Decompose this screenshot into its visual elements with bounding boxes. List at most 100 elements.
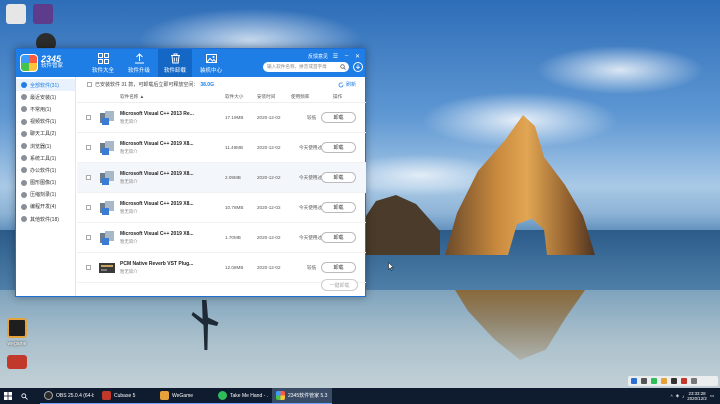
search-icon[interactable]	[340, 64, 346, 70]
taskbar-item-label: OBS 25.0.4 (64-bi...	[56, 392, 94, 399]
refresh-label: 刷新	[345, 82, 356, 88]
taskbar-search-button[interactable]	[16, 388, 32, 404]
sidebar-item-browser[interactable]: 浏览器(1)	[16, 140, 75, 152]
table-row[interactable]: Microsoft Visual C++ 2019 X8... 暂无简介 1.7…	[77, 223, 366, 253]
taskbar-item-music[interactable]: Take Me Hand - ...	[214, 388, 272, 404]
tray-app-icon[interactable]	[661, 378, 667, 384]
sidebar-item-other[interactable]: 其他软件(18)	[16, 213, 75, 225]
sidebar-item-office[interactable]: 办公软件(1)	[16, 164, 75, 176]
uninstall-button[interactable]: 卸载	[321, 172, 356, 183]
uninstall-button[interactable]: 卸载	[321, 262, 356, 273]
row-checkbox[interactable]	[86, 265, 91, 270]
tray-app-icon[interactable]	[691, 378, 697, 384]
tray-app-icon[interactable]	[671, 378, 677, 384]
software-name: PCM Native Reverb VST Plug...	[120, 261, 194, 267]
table-row[interactable]: Microsoft Visual C++ 2019 X8... 暂无简介 2.0…	[77, 163, 366, 193]
desktop-icon-5[interactable]	[7, 355, 27, 369]
uninstall-button[interactable]: 卸载	[321, 142, 356, 153]
search-input[interactable]: 输入软件名称，拼音或首字母	[263, 62, 349, 72]
network-icon[interactable]: ◈	[676, 393, 679, 399]
category-icon	[21, 130, 27, 137]
row-checkbox[interactable]	[86, 115, 91, 120]
sidebar-item-recent[interactable]: 最近安装(1)	[16, 91, 75, 103]
sidebar-item-development[interactable]: 编程开发(4)	[16, 201, 75, 213]
install-date: 2020-12-02	[257, 205, 281, 210]
notification-icon[interactable]: ▭	[710, 393, 714, 399]
tab-software-all[interactable]: 软件大全	[86, 49, 120, 77]
uninstall-button[interactable]: 卸载	[321, 202, 356, 213]
sidebar-item-rarely-used[interactable]: 不常用(1)	[16, 103, 75, 115]
table-row[interactable]: Microsoft Visual C++ 2013 Re... 暂无简介 17.…	[77, 103, 366, 133]
sidebar-item-label: 浏览器(1)	[30, 143, 52, 150]
sidebar-item-graphics[interactable]: 图形图像(1)	[16, 177, 75, 189]
download-icon	[355, 64, 361, 70]
taskbar-item-wegame[interactable]: WeGame	[156, 388, 214, 404]
usage-frequency: 今天使用过	[299, 235, 322, 240]
desktop-icon-bottom-label: wegame	[7, 341, 27, 347]
tray-chevron-icon[interactable]: ^	[671, 394, 673, 399]
titlebar-controls: 反馈意见 ☰ – ✕	[308, 52, 361, 60]
tray-app-icon[interactable]	[651, 378, 657, 384]
sidebar-item-label: 办公软件(1)	[30, 167, 57, 174]
sidebar-item-compression[interactable]: 压缩刻录(1)	[16, 189, 75, 201]
software-description: 暂无简介	[120, 269, 138, 274]
desktop-icon-bottom[interactable]	[7, 318, 27, 338]
column-header-frequency[interactable]: 使用频率	[291, 94, 309, 100]
software-name: Microsoft Visual C++ 2019 X8...	[120, 171, 194, 177]
summary-text: 已安装软件 31 款，可卸载后立即可释放空间：	[95, 82, 199, 88]
column-header-name[interactable]: 软件名称 ▲	[120, 94, 144, 100]
taskbar-item-obs[interactable]: OBS 25.0.4 (64-bi...	[40, 388, 98, 404]
tab-label: 装机中心	[199, 68, 222, 74]
tray-app-icon[interactable]	[681, 378, 687, 384]
sidebar-item-label: 压缩刻录(1)	[30, 192, 57, 199]
refresh-icon	[338, 82, 344, 87]
row-checkbox[interactable]	[86, 145, 91, 150]
category-icon	[21, 106, 27, 113]
feedback-link[interactable]: 反馈意见	[308, 53, 328, 60]
usage-frequency: 较低	[307, 265, 317, 270]
sidebar-item-system-tools[interactable]: 系统工具(1)	[16, 152, 75, 164]
taskbar-item-cubase[interactable]: Cubase 5	[98, 388, 156, 404]
sidebar-item-chat[interactable]: 聊天工具(2)	[16, 128, 75, 140]
software-size: 10.78MB	[225, 205, 244, 210]
desktop-icon-1[interactable]	[6, 4, 26, 24]
refresh-button[interactable]: 刷新	[338, 80, 356, 89]
select-all-checkbox[interactable]	[87, 82, 92, 87]
row-checkbox[interactable]	[86, 175, 91, 180]
tray-app-icon[interactable]	[631, 378, 637, 384]
taskbar: OBS 25.0.4 (64-bi... Cubase 5 WeGame Tak…	[0, 388, 720, 404]
install-summary: 已安装软件 31 款，可卸载后立即可释放空间： 38.0G	[87, 80, 214, 89]
software-size: 17.19MB	[225, 115, 244, 120]
system-clock[interactable]: 23:33:28 2020/12/2	[687, 391, 707, 401]
installer-icon	[100, 201, 114, 215]
column-header-action: 操作	[333, 94, 343, 99]
close-icon[interactable]: ✕	[354, 53, 361, 60]
row-checkbox[interactable]	[86, 235, 91, 240]
table-row[interactable]: Microsoft Visual C++ 2019 X8... 暂无简介 11.…	[77, 133, 366, 163]
desktop-icon-2[interactable]	[33, 4, 53, 24]
uninstall-button[interactable]: 卸载	[321, 232, 356, 243]
cubase-icon	[102, 391, 111, 400]
tab-software-upgrade[interactable]: 软件升级	[122, 49, 156, 77]
software-description: 暂无简介	[120, 239, 138, 244]
column-header-size[interactable]: 软件大小	[225, 94, 243, 100]
tray-app-icon[interactable]	[641, 378, 647, 384]
minimize-icon[interactable]: –	[343, 53, 350, 60]
sidebar-item-video[interactable]: 视频软件(1)	[16, 116, 75, 128]
table-row[interactable]: PCM Native Reverb VST Plug... 暂无简介 12.08…	[77, 253, 366, 283]
tab-install-center[interactable]: 装机中心	[194, 49, 228, 77]
column-header-date[interactable]: 安装时间	[257, 94, 275, 100]
taskbar-item-2345[interactable]: 2345软件管家 5.3	[272, 388, 332, 404]
volume-icon[interactable]: ♪	[682, 394, 684, 399]
installer-icon	[100, 111, 114, 125]
batch-uninstall-button[interactable]: 一键卸载	[321, 279, 358, 291]
row-checkbox[interactable]	[86, 205, 91, 210]
start-button[interactable]	[0, 388, 16, 404]
tab-software-uninstall[interactable]: 软件卸载	[158, 49, 192, 77]
software-name: Microsoft Visual C++ 2019 X8...	[120, 231, 194, 237]
uninstall-button[interactable]: 卸载	[321, 112, 356, 123]
sidebar-item-all[interactable]: 全部软件(31)	[16, 79, 75, 92]
download-manager-button[interactable]	[353, 62, 363, 72]
table-row[interactable]: Microsoft Visual C++ 2019 X8... 暂无简介 10.…	[77, 193, 366, 223]
menu-icon[interactable]: ☰	[332, 53, 339, 60]
